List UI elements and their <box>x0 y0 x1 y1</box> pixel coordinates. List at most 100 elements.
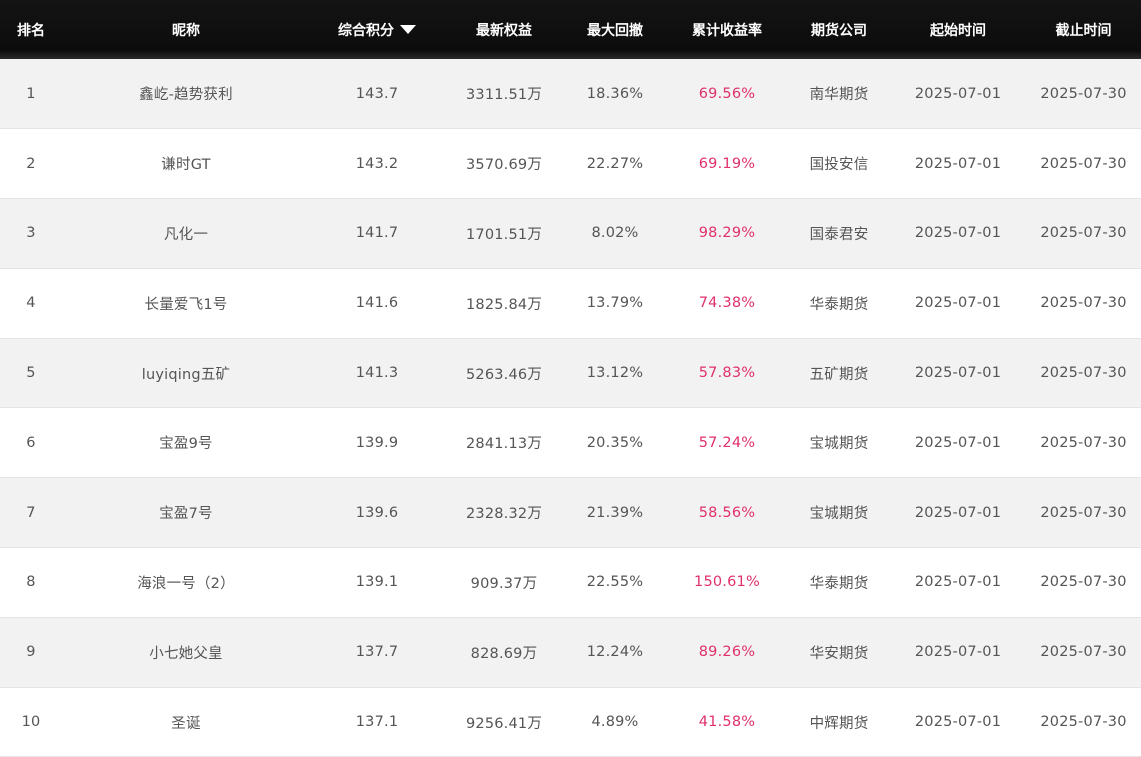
yield-cell: 41.58% <box>698 714 756 731</box>
table-row: 2 谦时GT 143.2 3570.69万 22.27% 69.19% 国投安信 2025-0… <box>0 128 1141 199</box>
end-date-cell: 2025-07-30 <box>1040 295 1127 312</box>
equity-cell: 2328.32万 <box>465 506 543 523</box>
equity-cell: 2841.13万 <box>465 436 543 453</box>
nickname-cell: luyiqing五矿 <box>141 366 231 383</box>
yield-cell: 69.56% <box>698 85 756 102</box>
drawdown-cell: 20.35% <box>586 434 644 451</box>
nickname-cell: 宝盈7号 <box>159 506 213 523</box>
company-cell: 五矿期货 <box>809 366 869 383</box>
yield-cell: 98.29% <box>698 225 756 242</box>
start-date-cell: 2025-07-01 <box>914 714 1002 731</box>
table-row: 4 长量爱飞1号 141.6 1825.84万 13.79% 74.38% 华泰期货 2025… <box>0 268 1141 339</box>
table-row: 7 宝盈7号 139.6 2328.32万 21.39% 58.56% 宝城期货 2025-0… <box>0 477 1141 548</box>
company-cell: 宝城期货 <box>809 506 869 523</box>
table-row: 10 圣诞 137.1 9256.41万 4.89% 41.58% 中辉期货 2025-07-… <box>0 687 1141 757</box>
equity-cell: 1825.84万 <box>465 296 543 313</box>
table-row: 5 luyiqing五矿 141.3 5263.46万 13.12% 57.83% 五矿期货… <box>0 338 1141 408</box>
start-date-cell: 2025-07-01 <box>914 85 1002 102</box>
drawdown-cell: 18.36% <box>586 85 644 102</box>
yield-cell: 69.19% <box>698 155 756 172</box>
start-date-cell: 2025-07-01 <box>914 644 1002 661</box>
rank-cell: 3 <box>26 225 36 242</box>
start-date-cell: 2025-07-01 <box>914 365 1002 382</box>
rank-cell: 7 <box>26 504 36 521</box>
yield-cell: 89.26% <box>698 644 756 661</box>
equity-cell: 909.37万 <box>470 575 538 592</box>
company-cell: 华安期货 <box>809 645 869 662</box>
nickname-cell: 海浪一号（2） <box>137 575 235 592</box>
drawdown-cell: 4.89% <box>591 714 639 731</box>
header-yield: 累计收益率 <box>692 22 762 39</box>
start-date-cell: 2025-07-01 <box>914 504 1002 521</box>
score-cell: 143.7 <box>355 85 399 102</box>
end-date-cell: 2025-07-30 <box>1040 644 1127 661</box>
rank-cell: 9 <box>26 644 36 661</box>
company-cell: 华泰期货 <box>809 296 869 313</box>
score-cell: 141.6 <box>355 295 399 312</box>
equity-cell: 828.69万 <box>470 645 538 662</box>
drawdown-cell: 21.39% <box>586 504 644 521</box>
rank-cell: 2 <box>26 155 36 172</box>
end-date-cell: 2025-07-30 <box>1040 85 1127 102</box>
end-date-cell: 2025-07-30 <box>1040 155 1127 172</box>
yield-cell: 58.56% <box>698 504 756 521</box>
rank-cell: 6 <box>26 434 36 451</box>
table-row: 6 宝盈9号 139.9 2841.13万 20.35% 57.24% 宝城期货 2025-0… <box>0 407 1141 478</box>
nickname-cell: 谦时GT <box>161 157 211 174</box>
company-cell: 华泰期货 <box>809 575 869 592</box>
header-row: 排名 昵称 综合积分 最新权益 最大回撤 累计收益率 期货公司 起始时间 截止时… <box>0 0 1141 59</box>
score-cell: 141.3 <box>355 365 399 382</box>
yield-cell: 150.61% <box>694 574 760 591</box>
score-cell: 139.9 <box>355 434 399 451</box>
table-header: 排名 昵称 综合积分 最新权益 最大回撤 累计收益率 期货公司 起始时间 截止时… <box>0 0 1141 59</box>
end-date-cell: 2025-07-30 <box>1040 574 1127 591</box>
header-score[interactable]: 综合积分 <box>310 0 444 59</box>
start-date-cell: 2025-07-01 <box>914 434 1002 451</box>
end-date-cell: 2025-07-30 <box>1040 714 1127 731</box>
drawdown-cell: 12.24% <box>586 644 644 661</box>
equity-cell: 3570.69万 <box>465 157 543 174</box>
sort-down-triangle-icon[interactable] <box>400 24 416 34</box>
nickname-cell: 小七她父皇 <box>149 645 223 662</box>
nickname-cell: 凡化一 <box>163 226 209 243</box>
header-drawdown: 最大回撤 <box>587 22 643 39</box>
end-date-cell: 2025-07-30 <box>1040 365 1127 382</box>
header-rank: 排名 <box>17 22 45 39</box>
header-end: 截止时间 <box>1055 22 1112 39</box>
equity-cell: 1701.51万 <box>465 226 543 243</box>
table-row: 8 海浪一号（2） 139.1 909.37万 22.55% 150.61% 华泰期货 202… <box>0 547 1141 618</box>
yield-cell: 74.38% <box>698 295 756 312</box>
rank-cell: 8 <box>26 574 36 591</box>
score-cell: 143.2 <box>355 155 399 172</box>
nickname-cell: 长量爱飞1号 <box>144 296 228 313</box>
header-company: 期货公司 <box>811 22 867 39</box>
rank-cell: 1 <box>26 85 36 102</box>
score-cell: 137.1 <box>355 714 399 731</box>
nickname-cell: 鑫屹-趋势获利 <box>139 87 233 104</box>
nickname-cell: 圣诞 <box>171 715 201 732</box>
company-cell: 国泰君安 <box>809 226 869 243</box>
start-date-cell: 2025-07-01 <box>914 155 1002 172</box>
drawdown-cell: 13.79% <box>586 295 644 312</box>
equity-cell: 5263.46万 <box>465 366 543 383</box>
company-cell: 中辉期货 <box>809 715 869 732</box>
company-cell: 南华期货 <box>809 87 869 104</box>
drawdown-cell: 22.55% <box>586 574 644 591</box>
company-cell: 宝城期货 <box>809 436 869 453</box>
table-row: 1 鑫屹-趋势获利 143.7 3311.51万 18.36% 69.56% 南华期货 202… <box>0 59 1141 129</box>
nickname-cell: 宝盈9号 <box>159 436 213 453</box>
end-date-cell: 2025-07-30 <box>1040 225 1127 242</box>
score-cell: 137.7 <box>355 644 399 661</box>
rank-cell: 4 <box>26 295 36 312</box>
end-date-cell: 2025-07-30 <box>1040 504 1127 521</box>
table-row: 9 小七她父皇 137.7 828.69万 12.24% 89.26% 华安期货 2025-0… <box>0 617 1141 688</box>
score-cell: 139.6 <box>355 504 399 521</box>
drawdown-cell: 8.02% <box>591 225 639 242</box>
drawdown-cell: 13.12% <box>586 365 644 382</box>
header-score-label[interactable]: 综合积分 <box>338 23 394 39</box>
rank-cell: 10 <box>21 714 41 731</box>
start-date-cell: 2025-07-01 <box>914 295 1002 312</box>
header-nickname: 昵称 <box>172 22 200 39</box>
table-body: 1 鑫屹-趋势获利 143.7 3311.51万 18.36% 69.56% 南华期货 202… <box>0 59 1141 757</box>
table-row: 3 凡化一 141.7 1701.51万 8.02% 98.29% 国泰君安 2025-07-… <box>0 198 1141 269</box>
